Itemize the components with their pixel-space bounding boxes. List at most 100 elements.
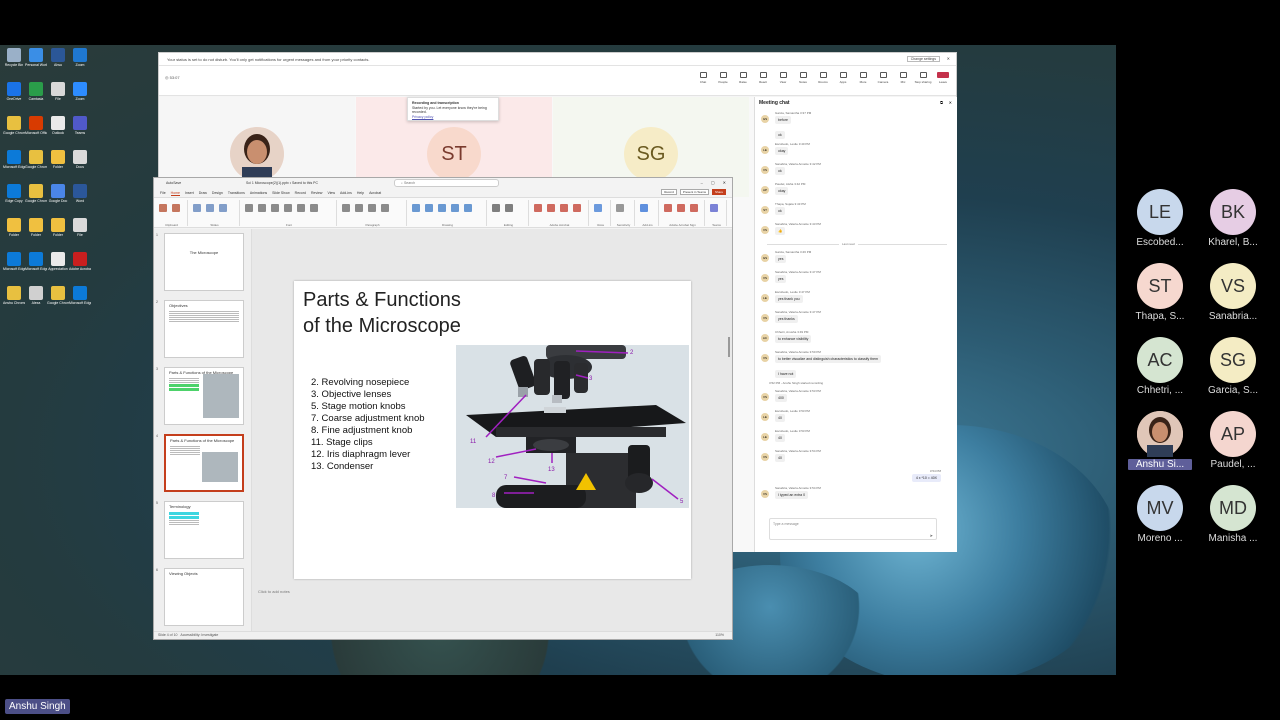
ribbon-button-icon[interactable]: [342, 204, 350, 212]
ribbon-button-icon[interactable]: [159, 204, 167, 212]
ribbon-button-icon[interactable]: [425, 204, 433, 212]
slide-thumbnail[interactable]: Parts & Functions of the Microscope: [164, 367, 244, 425]
autosave-toggle[interactable]: AutoSave: [166, 181, 181, 185]
search-input[interactable]: ⌕ Search: [394, 179, 499, 187]
ribbon-button-icon[interactable]: [297, 204, 305, 212]
ribbon-button-icon[interactable]: [172, 204, 180, 212]
toolbar-react-button[interactable]: React: [756, 72, 770, 84]
present-in-teams-button[interactable]: Present in Teams: [679, 189, 709, 195]
desktop-icon[interactable]: Anshu Chrome: [3, 286, 25, 305]
ribbon-button-icon[interactable]: [412, 204, 420, 212]
slide-thumbnail[interactable]: The Microscope: [164, 233, 244, 291]
participant-tile[interactable]: AC Chhetri, ...: [1128, 337, 1192, 397]
desktop-icon[interactable]: Zoom: [69, 82, 91, 101]
tab-draw[interactable]: Draw: [199, 191, 207, 195]
ribbon-button-icon[interactable]: [690, 204, 698, 212]
ribbon-button-icon[interactable]: [594, 204, 602, 212]
ribbon-button-icon[interactable]: [310, 204, 318, 212]
popout-icon[interactable]: ⧉: [940, 100, 943, 105]
share-button[interactable]: Share: [711, 189, 726, 195]
tab-add-ins[interactable]: Add-ins: [340, 191, 352, 195]
desktop-icon[interactable]: Camtasia: [25, 82, 47, 101]
ribbon-button-icon[interactable]: [355, 204, 363, 212]
privacy-policy-link[interactable]: Privacy policy: [412, 115, 494, 120]
ribbon-button-icon[interactable]: [616, 204, 624, 212]
tab-insert[interactable]: Insert: [185, 191, 194, 195]
ribbon-button-icon[interactable]: [451, 204, 459, 212]
slide-thumbnail[interactable]: Objectives: [164, 300, 244, 358]
tab-help[interactable]: Help: [357, 191, 364, 195]
accessibility-status[interactable]: Accessibility: Investigate: [180, 633, 218, 637]
ribbon-button-icon[interactable]: [710, 204, 718, 212]
minimize-icon[interactable]: –: [701, 180, 703, 185]
desktop-icon[interactable]: Microsoft Edge: [25, 252, 47, 271]
desktop-icon[interactable]: Microsoft Edge: [69, 286, 91, 305]
toolbar-stop-sharing-button[interactable]: Stop sharing: [915, 72, 931, 84]
desktop-icon[interactable]: Folder: [47, 218, 69, 237]
change-settings-button[interactable]: Change settings: [906, 56, 940, 62]
desktop-icon[interactable]: Folder: [3, 218, 25, 237]
desktop-icon[interactable]: Google Doc: [47, 184, 69, 203]
tab-animations[interactable]: Animations: [250, 191, 267, 195]
tab-slide-show[interactable]: Slide Show: [272, 191, 290, 195]
desktop-icon[interactable]: Teams: [69, 116, 91, 135]
ribbon-button-icon[interactable]: [193, 204, 201, 212]
desktop-icon[interactable]: Google Chrome: [47, 286, 69, 305]
desktop-icon[interactable]: Personal Workspace: [25, 48, 47, 67]
ribbon-button-icon[interactable]: [284, 204, 292, 212]
ribbon-button-icon[interactable]: [381, 204, 389, 212]
desktop-icon[interactable]: Word: [69, 184, 91, 203]
desktop-icon[interactable]: Recycle Bin: [3, 48, 25, 67]
toolbar-more-button[interactable]: More: [856, 72, 870, 84]
desktop-icon[interactable]: Docs: [69, 150, 91, 169]
ribbon-button-icon[interactable]: [464, 204, 472, 212]
participant-tile[interactable]: SG Garcia, S...: [1201, 337, 1265, 397]
desktop-icon[interactable]: Alexa: [25, 286, 47, 305]
ribbon-button-icon[interactable]: [219, 204, 227, 212]
ribbon-button-icon[interactable]: [438, 204, 446, 212]
tab-home[interactable]: Home: [170, 191, 180, 196]
ribbon-button-icon[interactable]: [547, 204, 555, 212]
ribbon-button-icon[interactable]: [640, 204, 648, 212]
ribbon-button-icon[interactable]: [677, 204, 685, 212]
toolbar-people-button[interactable]: People: [716, 72, 730, 84]
desktop-icon[interactable]: Zoom: [69, 48, 91, 67]
ribbon-button-icon[interactable]: [258, 204, 266, 212]
record-button[interactable]: Record: [661, 189, 677, 195]
desktop-icon[interactable]: Edge Copy: [3, 184, 25, 203]
toolbar-apps-button[interactable]: Apps: [836, 72, 850, 84]
ribbon-button-icon[interactable]: [534, 204, 542, 212]
toolbar-mic-button[interactable]: Mic: [896, 72, 910, 84]
toolbar-notes-button[interactable]: Notes: [796, 72, 810, 84]
send-icon[interactable]: ➤: [930, 533, 933, 538]
desktop-icon[interactable]: File: [47, 82, 69, 101]
tab-design[interactable]: Design: [212, 191, 223, 195]
desktop-icon[interactable]: Microsoft Edge: [3, 252, 25, 271]
ribbon-button-icon[interactable]: [505, 204, 513, 212]
participant-tile[interactable]: AP Paudel, ...: [1201, 411, 1265, 471]
participant-tile[interactable]: VS Sanabria...: [1201, 263, 1265, 323]
close-chat-icon[interactable]: ✕: [949, 100, 952, 105]
desktop-icon[interactable]: Ahsu: [47, 48, 69, 67]
desktop-icon[interactable]: Microsoft Edge: [3, 150, 25, 169]
slide-thumbnail[interactable]: Viewing Objects: [164, 568, 244, 626]
ribbon-button-icon[interactable]: [206, 204, 214, 212]
ribbon-button-icon[interactable]: [492, 204, 500, 212]
toolbar-chat-button[interactable]: Chat: [696, 72, 710, 84]
ribbon-button-icon[interactable]: [560, 204, 568, 212]
tab-acrobat[interactable]: Acrobat: [369, 191, 381, 195]
participant-tile[interactable]: BK Kharel, B...: [1201, 189, 1265, 249]
toolbar-leave-button[interactable]: Leave: [936, 72, 950, 84]
close-icon[interactable]: ✕: [947, 56, 950, 61]
slide-thumbnail[interactable]: Parts & Functions of the Microscope: [164, 434, 244, 492]
chat-compose-input[interactable]: Type a message ➤: [769, 518, 937, 540]
tab-record[interactable]: Record: [295, 191, 306, 195]
notes-placeholder[interactable]: Click to add notes: [258, 589, 290, 594]
participant-tile[interactable]: ST Thapa, S...: [1128, 263, 1192, 323]
tab-transitions[interactable]: Transitions: [228, 191, 245, 195]
close-icon[interactable]: ✕: [723, 180, 726, 185]
ribbon-button-icon[interactable]: [271, 204, 279, 212]
zoom-level[interactable]: 110%: [715, 633, 724, 637]
ribbon-button-icon[interactable]: [368, 204, 376, 212]
maximize-icon[interactable]: ▢: [711, 180, 715, 185]
